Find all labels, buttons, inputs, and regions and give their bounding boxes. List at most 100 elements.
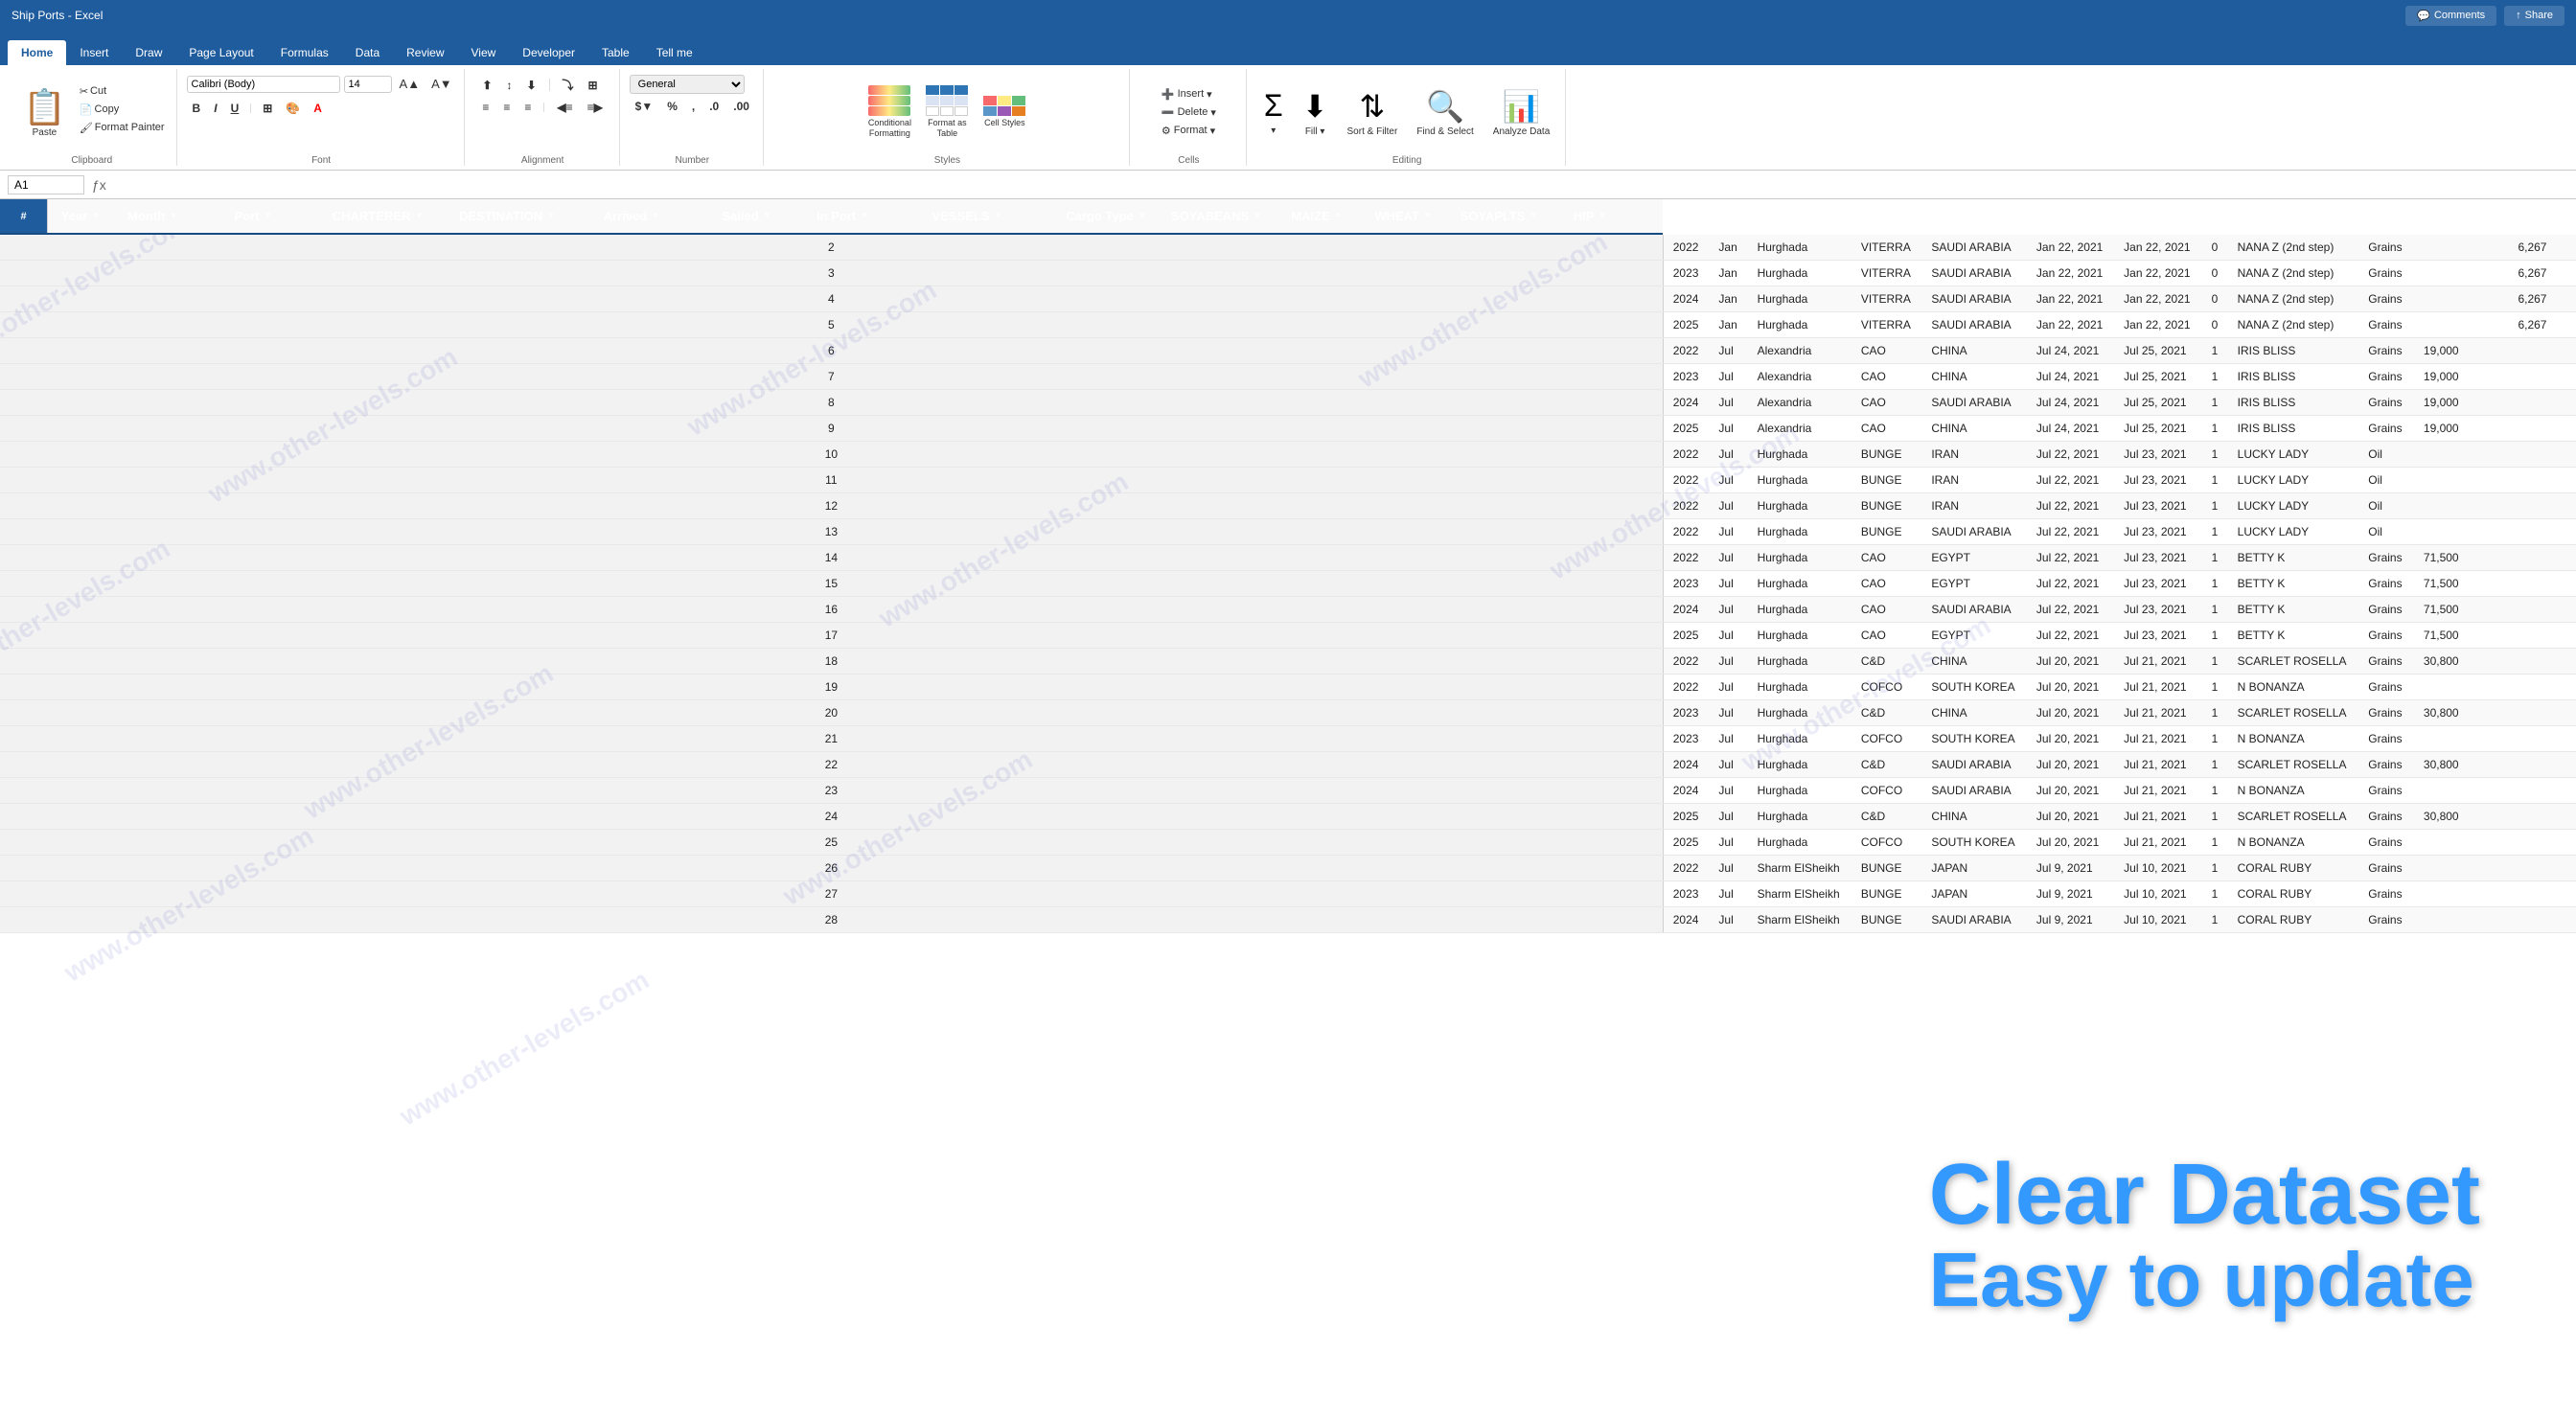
cell-charterer[interactable]: CAO [1852, 390, 1922, 416]
indent-decrease-button[interactable]: ◀≡ [551, 99, 578, 116]
cell-inport[interactable]: 1 [2201, 442, 2227, 468]
cell-charterer[interactable]: VITERRA [1852, 286, 1922, 312]
cell-vessels[interactable]: LUCKY LADY [2228, 468, 2359, 493]
cell-destination[interactable]: SAUDI ARABIA [1921, 519, 2027, 545]
cell-sailed[interactable]: Jan 22, 2021 [2114, 312, 2201, 338]
cell-soyabeans[interactable] [2413, 286, 2469, 312]
cell-cargo-type[interactable]: Oil [2358, 519, 2412, 545]
cell-wheat[interactable] [2488, 519, 2507, 545]
cell-soyaplts[interactable] [2507, 442, 2556, 468]
cell-cargo-type[interactable]: Grains [2358, 312, 2412, 338]
cell-month[interactable]: Jul [1709, 571, 1747, 597]
cell-vessels[interactable]: N BONANZA [2228, 830, 2359, 856]
cell-sailed[interactable]: Jul 23, 2021 [2114, 442, 2201, 468]
cell-year[interactable]: 2024 [1663, 597, 1709, 623]
font-name-input[interactable] [187, 76, 340, 93]
cell-wheat[interactable] [2488, 881, 2507, 907]
cell-sailed[interactable]: Jul 25, 2021 [2114, 364, 2201, 390]
cell-month[interactable]: Jul [1709, 364, 1747, 390]
cell-charterer[interactable]: CAO [1852, 571, 1922, 597]
table-row[interactable]: 7 2023 Jul Alexandria CAO CHINA Jul 24, … [0, 364, 2576, 390]
cell-destination[interactable]: EGYPT [1921, 623, 2027, 649]
cell-reference-input[interactable] [8, 175, 84, 194]
cell-charterer[interactable]: C&D [1852, 700, 1922, 726]
cell-destination[interactable]: IRAN [1921, 468, 2027, 493]
share-button[interactable]: ↑ Share [2504, 6, 2564, 26]
cell-sailed[interactable]: Jan 22, 2021 [2114, 286, 2201, 312]
cell-soyabeans[interactable]: 19,000 [2413, 338, 2469, 364]
col-header-charterer[interactable]: CHARTERER ▼ [316, 199, 441, 233]
cell-destination[interactable]: IRAN [1921, 493, 2027, 519]
cell-soyaplts[interactable] [2507, 881, 2556, 907]
cell-inport[interactable]: 0 [2201, 261, 2227, 286]
cell-charterer[interactable]: COFCO [1852, 675, 1922, 700]
cell-vessels[interactable]: CORAL RUBY [2228, 907, 2359, 933]
cell-hip[interactable] [2556, 390, 2576, 416]
cell-vessels[interactable]: LUCKY LADY [2228, 493, 2359, 519]
cell-hip[interactable] [2556, 519, 2576, 545]
delete-button[interactable]: ➖ Delete ▾ [1156, 104, 1222, 121]
cell-sailed[interactable]: Jan 22, 2021 [2114, 261, 2201, 286]
cell-destination[interactable]: SOUTH KOREA [1921, 675, 2027, 700]
align-center-button[interactable]: ≡ [497, 99, 516, 116]
cell-month[interactable]: Jul [1709, 493, 1747, 519]
cell-inport[interactable]: 1 [2201, 493, 2227, 519]
cell-soyaplts[interactable] [2507, 468, 2556, 493]
cell-year[interactable]: 2023 [1663, 571, 1709, 597]
cell-charterer[interactable]: CAO [1852, 623, 1922, 649]
cell-destination[interactable]: SAUDI ARABIA [1921, 907, 2027, 933]
cell-inport[interactable]: 1 [2201, 597, 2227, 623]
cell-month[interactable]: Jul [1709, 519, 1747, 545]
cell-destination[interactable]: CHINA [1921, 649, 2027, 675]
cell-arrived[interactable]: Jul 9, 2021 [2027, 907, 2114, 933]
cell-cargo-type[interactable]: Grains [2358, 235, 2412, 261]
cell-hip[interactable] [2556, 623, 2576, 649]
cell-soyaplts[interactable] [2507, 364, 2556, 390]
align-left-button[interactable]: ≡ [476, 99, 494, 116]
cell-wheat[interactable] [2488, 907, 2507, 933]
cell-inport[interactable]: 1 [2201, 907, 2227, 933]
align-bottom-button[interactable]: ⬇ [520, 75, 541, 95]
cell-wheat[interactable] [2488, 830, 2507, 856]
cell-sailed[interactable]: Jul 23, 2021 [2114, 623, 2201, 649]
cell-sailed[interactable]: Jul 23, 2021 [2114, 545, 2201, 571]
cell-month[interactable]: Jul [1709, 830, 1747, 856]
cell-soyabeans[interactable] [2413, 312, 2469, 338]
cell-soyabeans[interactable] [2413, 493, 2469, 519]
cell-soyabeans[interactable]: 19,000 [2413, 416, 2469, 442]
cell-month[interactable]: Jul [1709, 623, 1747, 649]
cell-vessels[interactable]: SCARLET ROSELLA [2228, 649, 2359, 675]
cell-charterer[interactable]: BUNGE [1852, 856, 1922, 881]
col-header-year[interactable]: Year ▼ [48, 199, 115, 233]
cell-charterer[interactable]: CAO [1852, 545, 1922, 571]
number-format-select[interactable]: General [630, 75, 745, 94]
cell-hip[interactable] [2556, 881, 2576, 907]
cell-maize[interactable] [2469, 623, 2488, 649]
cell-vessels[interactable]: N BONANZA [2228, 726, 2359, 752]
cell-hip[interactable] [2556, 856, 2576, 881]
cell-hip[interactable] [2556, 261, 2576, 286]
cell-inport[interactable]: 1 [2201, 571, 2227, 597]
cell-year[interactable]: 2022 [1663, 856, 1709, 881]
cell-charterer[interactable]: BUNGE [1852, 468, 1922, 493]
table-row[interactable]: 11 2022 Jul Hurghada BUNGE IRAN Jul 22, … [0, 468, 2576, 493]
cell-destination[interactable]: SAUDI ARABIA [1921, 286, 2027, 312]
cell-sailed[interactable]: Jan 22, 2021 [2114, 235, 2201, 261]
accounting-button[interactable]: $▼ [630, 98, 659, 115]
cell-maize[interactable] [2469, 907, 2488, 933]
cell-inport[interactable]: 1 [2201, 856, 2227, 881]
tab-table[interactable]: Table [588, 40, 643, 65]
cell-year[interactable]: 2022 [1663, 338, 1709, 364]
cell-vessels[interactable]: BETTY K [2228, 571, 2359, 597]
cell-vessels[interactable]: CORAL RUBY [2228, 856, 2359, 881]
col-header-cargo-type[interactable]: Cargo Type ▼ [1054, 199, 1160, 233]
align-right-button[interactable]: ≡ [518, 99, 537, 116]
cell-port[interactable]: Hurghada [1748, 493, 1852, 519]
table-row[interactable]: 17 2025 Jul Hurghada CAO EGYPT Jul 22, 2… [0, 623, 2576, 649]
cell-maize[interactable] [2469, 881, 2488, 907]
table-row[interactable]: 14 2022 Jul Hurghada CAO EGYPT Jul 22, 2… [0, 545, 2576, 571]
cell-soyabeans[interactable] [2413, 881, 2469, 907]
col-header-sailed[interactable]: Sailed ▼ [690, 199, 805, 233]
cell-month[interactable]: Jul [1709, 597, 1747, 623]
cell-destination[interactable]: CHINA [1921, 416, 2027, 442]
